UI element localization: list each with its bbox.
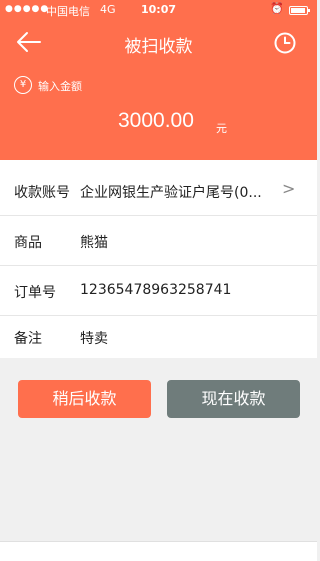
- account-value: 企业网银生产验证户尾号(0...: [80, 185, 262, 201]
- navbar: 被扫收款: [0, 22, 317, 62]
- header: ●●●●● 中国电信 4G 10:07 ⏰ 被扫收款 ¥ 输入金额 3000.0…: [0, 0, 317, 160]
- remark-row[interactable]: 备注 特卖: [0, 312, 317, 362]
- alarm-icon: ⏰: [270, 2, 284, 15]
- yen-icon: ¥: [14, 76, 32, 94]
- product-label: 商品: [14, 235, 42, 251]
- amount-unit: 元: [216, 122, 227, 135]
- order-label: 订单号: [14, 285, 56, 301]
- history-button[interactable]: [272, 30, 298, 56]
- order-row[interactable]: 订单号 12365478963258741: [0, 266, 317, 316]
- order-value: 12365478963258741: [80, 282, 232, 298]
- battery-level: [291, 8, 305, 13]
- page-title: 被扫收款: [124, 37, 193, 57]
- status-bar: ●●●●● 中国电信 4G 10:07 ⏰: [0, 0, 317, 20]
- amount-label: 输入金额: [38, 80, 82, 93]
- collect-later-button[interactable]: 稍后收款: [18, 380, 151, 418]
- remark-label: 备注: [14, 331, 42, 347]
- remark-value: 特卖: [80, 331, 108, 347]
- chevron-right-icon: >: [282, 179, 296, 198]
- product-row[interactable]: 商品 熊猫: [0, 216, 317, 266]
- product-value: 熊猫: [80, 235, 108, 251]
- payment-form: 收款账号 企业网银生产验证户尾号(0... > 商品 熊猫 订单号 123654…: [0, 160, 317, 358]
- collect-now-button[interactable]: 现在收款: [167, 380, 300, 418]
- screen: ●●●●● 中国电信 4G 10:07 ⏰ 被扫收款 ¥ 输入金额 3000.0…: [0, 0, 317, 561]
- amount-input[interactable]: 3000.00: [118, 109, 194, 133]
- bottom-bar: [0, 541, 317, 561]
- account-row[interactable]: 收款账号 企业网银生产验证户尾号(0... >: [0, 166, 317, 216]
- clock-icon: [274, 32, 296, 54]
- battery-icon: [289, 6, 310, 15]
- account-label: 收款账号: [14, 185, 70, 201]
